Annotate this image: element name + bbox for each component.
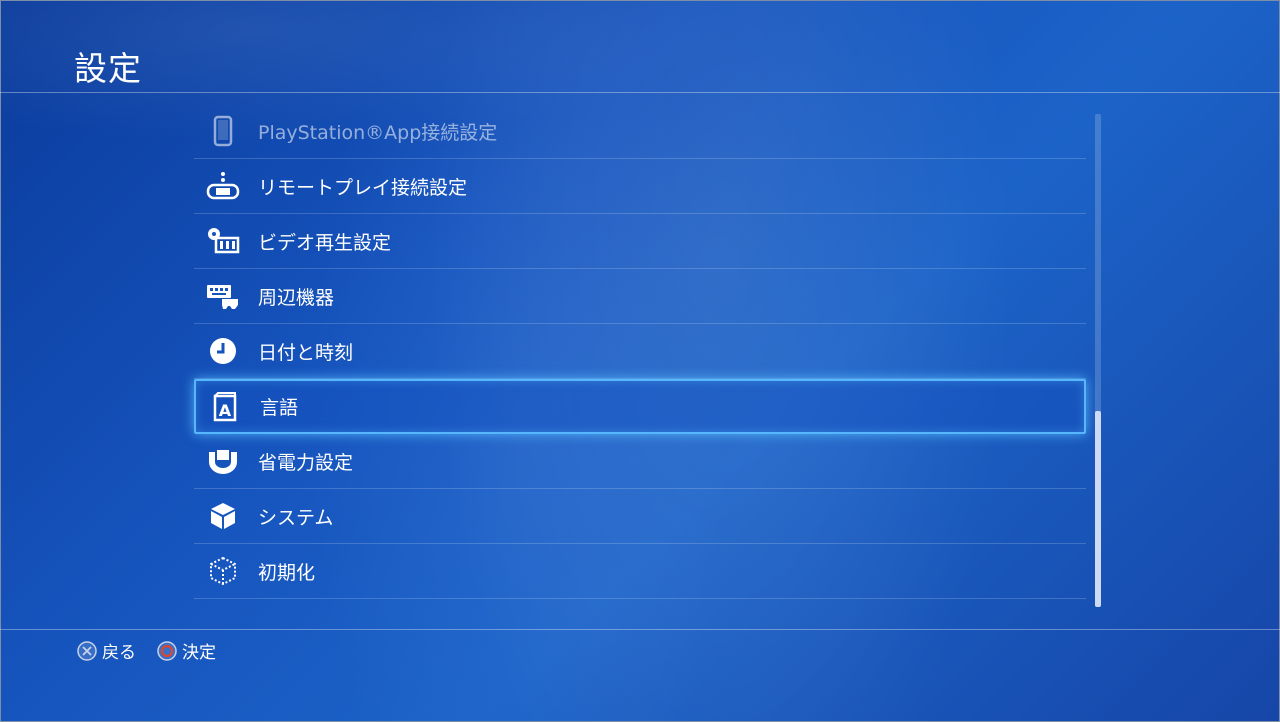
settings-menu: PlayStation®App接続設定 リモートプレイ接続設定 ビデオ再生設定 …: [194, 104, 1086, 599]
menu-item-language[interactable]: A 言語: [194, 379, 1086, 434]
circle-button-icon: [157, 640, 177, 661]
menu-item-system[interactable]: システム: [194, 489, 1086, 544]
footer-divider: [0, 629, 1280, 630]
menu-item-devices[interactable]: 周辺機器: [194, 269, 1086, 324]
back-label: 戻る: [102, 643, 136, 663]
menu-item-label: 言語: [260, 397, 299, 419]
menu-item-video-playback[interactable]: ビデオ再生設定: [194, 214, 1086, 269]
page-title: 設定: [74, 49, 142, 88]
menu-item-label: 日付と時刻: [258, 341, 354, 364]
menu-item-label: 初期化: [258, 561, 316, 584]
menu-item-label: 周辺機器: [258, 286, 335, 309]
menu-item-playstation-app[interactable]: PlayStation®App接続設定: [194, 104, 1086, 159]
menu-item-initialize[interactable]: 初期化: [194, 544, 1086, 599]
menu-item-remote-play[interactable]: リモートプレイ接続設定: [194, 159, 1086, 214]
menu-item-label: PlayStation®App接続設定: [258, 121, 498, 144]
cross-button-icon: [77, 640, 97, 661]
devices-icon: [206, 280, 240, 312]
phone-icon: [206, 115, 240, 147]
menu-item-power-save[interactable]: 省電力設定: [194, 434, 1086, 489]
button-hints: 戻る 決定: [76, 638, 216, 663]
menu-item-label: システム: [258, 506, 334, 529]
language-icon: A: [208, 391, 242, 423]
confirm-label: 決定: [182, 643, 216, 663]
video-playback-icon: [206, 225, 240, 257]
remote-play-icon: [206, 170, 240, 202]
menu-item-date-time[interactable]: 日付と時刻: [194, 324, 1086, 379]
menu-item-label: リモートプレイ接続設定: [258, 176, 468, 199]
svg-text:A: A: [219, 401, 232, 420]
menu-item-label: 省電力設定: [258, 451, 354, 474]
header-divider: [0, 92, 1280, 93]
back-hint[interactable]: 戻る: [76, 638, 136, 663]
menu-scrollbar[interactable]: [1095, 114, 1101, 607]
menu-item-label: ビデオ再生設定: [258, 231, 392, 254]
initialize-cube-icon: [206, 555, 240, 587]
confirm-hint[interactable]: 決定: [156, 638, 216, 663]
system-cube-icon: [206, 500, 240, 532]
clock-icon: [206, 335, 240, 367]
power-save-icon: [206, 445, 240, 477]
scrollbar-thumb[interactable]: [1095, 411, 1101, 607]
